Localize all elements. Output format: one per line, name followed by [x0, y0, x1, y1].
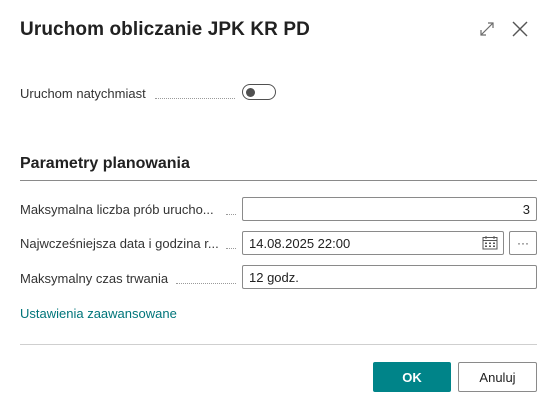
max-attempts-input[interactable]: 14.08.2025 22:00 3: [242, 197, 537, 221]
leader-dots: [226, 213, 236, 215]
earliest-start-label: Najwcześniejsza data i godzina r...: [20, 236, 219, 251]
ok-button[interactable]: OK: [373, 362, 451, 392]
section-title-planning: Parametry planowania: [20, 155, 190, 172]
leader-dots: [226, 247, 236, 249]
footer-divider: [20, 344, 537, 345]
max-duration-text: 12 godz.: [249, 269, 299, 285]
section-divider: [20, 180, 537, 181]
advanced-settings-link[interactable]: Ustawienia zaawansowane: [20, 306, 177, 321]
cancel-button[interactable]: Anuluj: [458, 362, 537, 392]
close-button[interactable]: [509, 18, 531, 40]
expand-button[interactable]: [476, 18, 498, 40]
close-icon: [512, 21, 528, 37]
expand-icon: [480, 22, 494, 36]
earliest-start-input[interactable]: 14.08.2025 22:00: [242, 231, 504, 255]
leader-dots: [155, 97, 235, 99]
toggle-knob: [246, 87, 255, 97]
max-duration-label: Maksymalny czas trwania: [20, 271, 169, 286]
max-attempts-text: 3: [522, 201, 530, 217]
run-now-toggle[interactable]: [242, 84, 276, 100]
lookup-button[interactable]: ···: [509, 231, 537, 255]
run-now-label: Uruchom natychmiast: [20, 86, 146, 101]
max-duration-input[interactable]: 12 godz.: [242, 265, 537, 289]
calendar-icon[interactable]: [482, 236, 498, 250]
dialog-title: Uruchom obliczanie JPK KR PD: [20, 19, 310, 40]
leader-dots: [176, 282, 236, 284]
earliest-start-text: 14.08.2025 22:00: [249, 235, 351, 251]
max-attempts-label: Maksymalna liczba prób urucho...: [20, 202, 214, 217]
